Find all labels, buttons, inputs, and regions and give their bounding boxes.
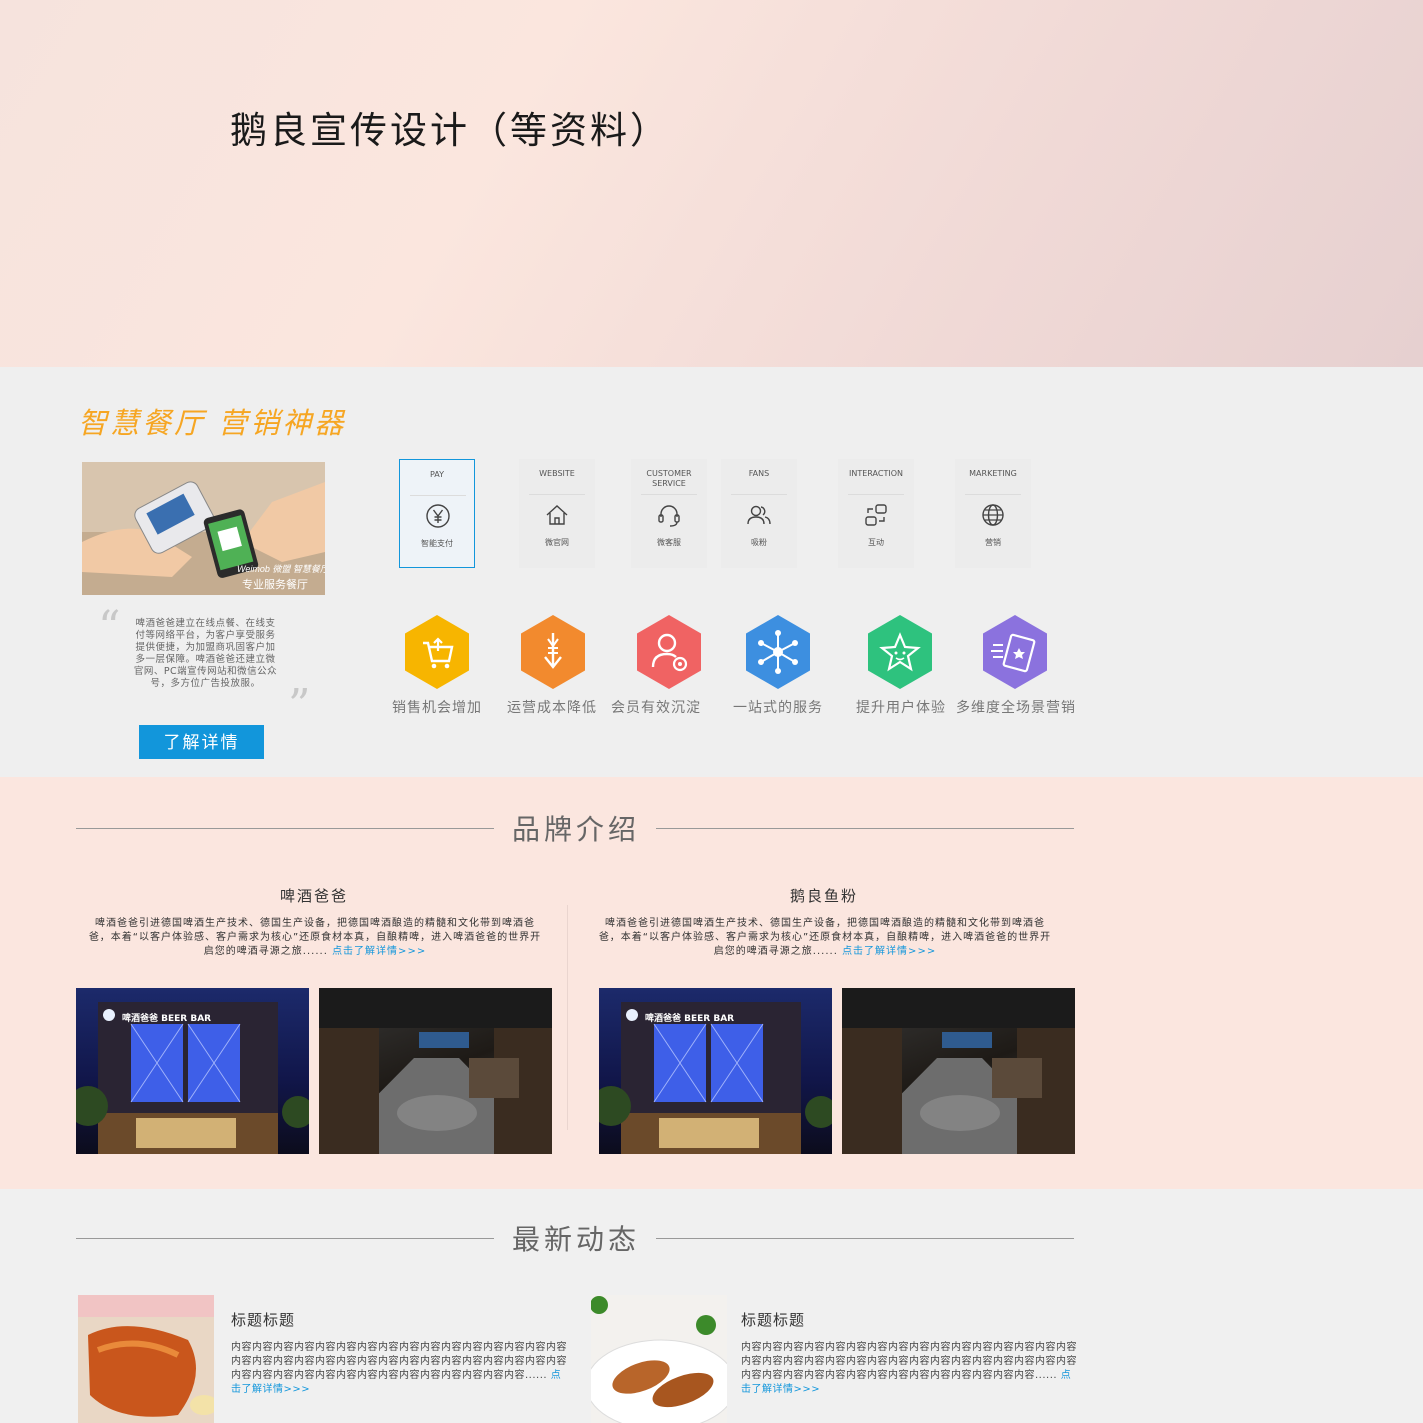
network-icon xyxy=(746,615,810,689)
news-body: 内容内容内容内容内容内容内容内容内容内容内容内容内容内容内容内容内容内容内容内容… xyxy=(231,1341,569,1397)
photo-caption-2: 专业服务餐厅 xyxy=(242,577,308,591)
cart-icon xyxy=(405,615,469,689)
news-section-title: 最新动态 xyxy=(512,1223,641,1256)
service-cn-label: 微客服 xyxy=(657,538,681,547)
intro-text: 啤酒爸爸建立在线点餐、在线支付等网络平台，为客户享受服务提供便捷，为加盟商巩固客… xyxy=(133,618,278,689)
member-icon xyxy=(637,615,701,689)
service-en-label: FANS xyxy=(748,469,770,478)
news-title[interactable]: 标题标题 xyxy=(741,1309,805,1330)
quote-open-icon: “ xyxy=(98,602,121,653)
news-body-text: 内容内容内容内容内容内容内容内容内容内容内容内容内容内容内容内容内容内容内容内容… xyxy=(741,1342,1077,1381)
service-en-label: WEBSITE xyxy=(539,469,575,478)
headset-icon xyxy=(658,505,680,527)
service-en-label: CUSTOMER SERVICE xyxy=(646,469,692,488)
service-tile-website[interactable]: WEBSITE 微官网 xyxy=(519,459,595,568)
users-icon xyxy=(747,505,771,525)
quote-close-icon: ” xyxy=(288,680,311,731)
divider xyxy=(76,828,494,829)
news-image-chicken-wings[interactable] xyxy=(591,1295,727,1423)
news-title[interactable]: 标题标题 xyxy=(231,1309,295,1330)
feature-label: 会员有效沉淀 xyxy=(611,700,701,716)
feature-label: 提升用户体验 xyxy=(856,700,946,716)
feature-label: 一站式的服务 xyxy=(733,700,823,716)
learn-more-button[interactable]: 了解详情 xyxy=(139,725,264,759)
slogan: 智慧餐厅 营销神器 xyxy=(78,406,347,440)
beer-bar-interior-photo xyxy=(842,988,1075,1154)
bar-sign: 啤酒爸爸 BEER BAR xyxy=(645,1012,734,1024)
beer-bar-exterior-photo: 啤酒爸爸 BEER BAR xyxy=(76,988,309,1154)
brand-desc-text: 啤酒爸爸引进德国啤酒生产技术、德国生产设备，把德国啤酒酿造的精髓和文化带到啤酒爸… xyxy=(88,918,542,957)
service-tile-marketing[interactable]: MARKETING 营销 xyxy=(955,459,1031,568)
divider xyxy=(76,1238,494,1239)
interaction-icon xyxy=(865,504,887,526)
feature-label: 运营成本降低 xyxy=(507,700,597,716)
photo-caption-1: Weimob 微盟 智慧餐厅 xyxy=(237,564,325,574)
divider xyxy=(656,828,1074,829)
service-cn-label: 吸粉 xyxy=(751,538,767,547)
brand-name: 鹅良鱼粉 xyxy=(790,887,859,905)
divider xyxy=(567,905,568,1130)
cost-down-icon xyxy=(521,615,585,689)
service-en-label: PAY xyxy=(429,470,445,479)
news-body: 内容内容内容内容内容内容内容内容内容内容内容内容内容内容内容内容内容内容内容内容… xyxy=(741,1341,1079,1397)
ticket-icon xyxy=(983,615,1047,689)
bar-sign: 啤酒爸爸 BEER BAR xyxy=(122,1012,211,1024)
beer-bar-exterior-photo: 啤酒爸爸 BEER BAR xyxy=(599,988,832,1154)
brand-section-title: 品牌介绍 xyxy=(512,813,641,846)
brand-name: 啤酒爸爸 xyxy=(280,887,349,905)
service-tile-interaction[interactable]: INTERACTION 互动 xyxy=(838,459,914,568)
brand-detail-link[interactable]: 点击了解详情>>> xyxy=(842,946,936,957)
brand-description: 啤酒爸爸引进德国啤酒生产技术、德国生产设备，把德国啤酒酿造的精髓和文化带到啤酒爸… xyxy=(595,917,1055,959)
beer-bar-interior-photo xyxy=(319,988,552,1154)
hero-title: 鹅良宣传设计（等资料） xyxy=(230,109,670,152)
service-tile-customer-service[interactable]: CUSTOMER SERVICE 微客服 xyxy=(631,459,707,568)
home-icon xyxy=(546,505,568,525)
star-face-icon xyxy=(868,615,932,689)
service-tile-fans[interactable]: FANS 吸粉 xyxy=(721,459,797,568)
service-en-label: INTERACTION xyxy=(849,469,903,478)
service-cn-label: 互动 xyxy=(868,538,884,547)
globe-icon xyxy=(982,504,1004,526)
feature-label: 销售机会增加 xyxy=(392,700,482,716)
hero-banner xyxy=(0,0,1423,367)
yuan-icon xyxy=(426,504,450,528)
divider xyxy=(656,1238,1074,1239)
service-en-label: MARKETING xyxy=(969,469,1017,478)
service-cn-label: 营销 xyxy=(985,538,1001,547)
news-body-text: 内容内容内容内容内容内容内容内容内容内容内容内容内容内容内容内容内容内容内容内容… xyxy=(231,1342,567,1381)
service-cn-label: 智能支付 xyxy=(421,539,453,548)
pos-payment-photo: Weimob 微盟 智慧餐厅 专业服务餐厅 xyxy=(82,462,325,595)
brand-description: 啤酒爸爸引进德国啤酒生产技术、德国生产设备，把德国啤酒酿造的精髓和文化带到啤酒爸… xyxy=(85,917,545,959)
service-cn-label: 微官网 xyxy=(545,538,569,547)
feature-label: 多维度全场景营销 xyxy=(956,700,1076,716)
brand-desc-text: 啤酒爸爸引进德国啤酒生产技术、德国生产设备，把德国啤酒酿造的精髓和文化带到啤酒爸… xyxy=(598,918,1052,957)
brand-detail-link[interactable]: 点击了解详情>>> xyxy=(332,946,426,957)
service-tile-pay[interactable]: PAY 智能支付 xyxy=(399,459,475,568)
news-image-roast-chicken[interactable] xyxy=(78,1295,214,1423)
